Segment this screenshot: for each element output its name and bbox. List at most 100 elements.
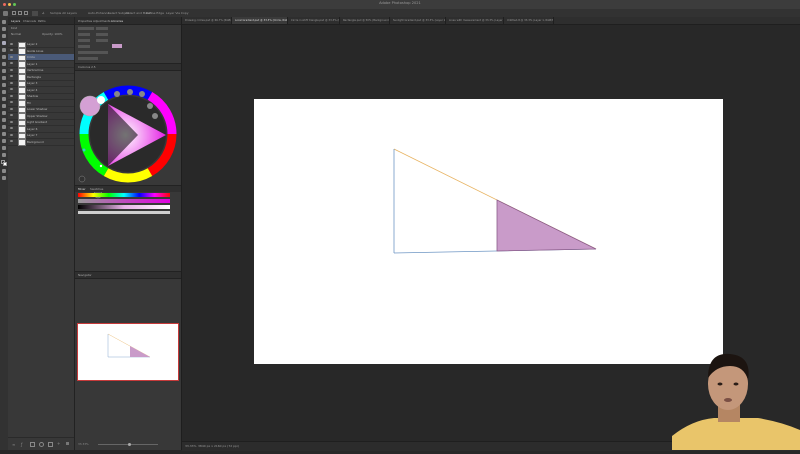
tab-layers[interactable]: Layers <box>11 19 20 23</box>
transform-field[interactable] <box>96 27 108 30</box>
navigator-zoom-value[interactable]: 33.33% <box>78 442 89 446</box>
gradient-tool-icon[interactable] <box>2 97 6 101</box>
navigator-zoom-handle[interactable] <box>128 442 131 446</box>
option-auto-enhance[interactable]: Auto-Enhance <box>88 11 109 15</box>
tab-swatches[interactable]: Swatches <box>90 187 103 191</box>
visibility-eye-icon[interactable] <box>10 114 13 116</box>
background-color-swatch[interactable] <box>3 162 7 166</box>
tab-libraries[interactable]: Libraries <box>111 19 123 23</box>
path-selection-tool-icon[interactable] <box>2 132 6 136</box>
swatch-strip[interactable] <box>78 211 170 214</box>
document-tab[interactable]: Drawing circles.psd @ 66.7% (RGB/8) <box>182 17 232 24</box>
visibility-eye-icon[interactable] <box>10 55 13 58</box>
transform-field[interactable] <box>96 33 108 36</box>
hand-tool-icon[interactable] <box>2 146 6 150</box>
fill-color-swatch[interactable] <box>112 44 122 48</box>
status-document-info[interactable]: 3840 px x 2160 px (72 ppi) <box>198 444 239 448</box>
transform-field[interactable] <box>96 39 108 42</box>
tab-mixer[interactable]: Mixer <box>78 187 86 191</box>
document-tab[interactable]: Rectangle.psd @ 50% (Background, RGB/8) <box>340 17 390 24</box>
history-brush-tool-icon[interactable] <box>2 83 6 87</box>
document-tab[interactable]: Untitled-8 @ 33.3% (Layer 1, RGB/8) <box>504 17 554 24</box>
brush-size-picker[interactable] <box>32 10 38 16</box>
document-tab[interactable]: Sunlight Gradient.psd @ 33.3% (Layer 1, … <box>390 17 446 24</box>
group-folder-icon[interactable] <box>48 442 53 447</box>
saturation-slider[interactable] <box>78 199 170 203</box>
layer-mask-icon[interactable] <box>30 442 35 447</box>
quick-mask-icon[interactable] <box>2 169 6 173</box>
link-layers-icon[interactable]: ∞ <box>12 442 15 447</box>
trash-icon[interactable] <box>66 442 69 445</box>
preset-icon[interactable] <box>114 91 120 97</box>
preset-icon[interactable] <box>127 89 133 95</box>
status-zoom[interactable]: 33.33% <box>185 444 196 448</box>
option-sample-all-layers[interactable]: Sample All Layers <box>50 11 77 15</box>
color-picker-handle[interactable] <box>99 164 103 168</box>
background-color-preview[interactable] <box>97 96 105 104</box>
preset-icon[interactable] <box>139 91 145 97</box>
quick-selection-tool-icon[interactable] <box>3 10 8 16</box>
visibility-eye-icon[interactable] <box>10 94 13 97</box>
foreground-color-preview[interactable] <box>79 95 101 117</box>
screen-mode-icon[interactable] <box>2 176 6 180</box>
transform-field[interactable] <box>78 27 94 30</box>
filter-kind-select[interactable]: Kind <box>11 26 17 30</box>
move-tool-icon[interactable] <box>2 20 6 24</box>
tab-channels[interactable]: Channels <box>23 19 36 23</box>
layer-row[interactable]: Background <box>8 139 74 146</box>
document-canvas[interactable] <box>254 99 723 364</box>
harmony-icon[interactable] <box>82 148 86 152</box>
stroke-field[interactable] <box>78 57 98 60</box>
opacity-field[interactable]: Opacity: 100% <box>42 32 62 36</box>
visibility-eye-icon[interactable] <box>10 120 13 123</box>
quick-selection-tool-icon[interactable] <box>2 41 6 45</box>
tab-adjustments[interactable]: Adjustments <box>93 19 111 23</box>
blur-tool-icon[interactable] <box>2 104 6 108</box>
new-selection-icon[interactable] <box>12 11 16 15</box>
document-tab[interactable]: Lines with measurement @ 33.3% (Layer 1,… <box>446 17 504 24</box>
visibility-eye-icon[interactable] <box>10 107 13 110</box>
visibility-eye-icon[interactable] <box>10 62 13 64</box>
add-to-selection-icon[interactable] <box>18 11 22 15</box>
brush-tool-icon[interactable] <box>2 69 6 73</box>
visibility-eye-icon[interactable] <box>10 81 13 84</box>
eraser-tool-icon[interactable] <box>2 90 6 94</box>
visibility-eye-icon[interactable] <box>10 101 13 103</box>
transform-field[interactable] <box>78 33 90 36</box>
type-tool-icon[interactable] <box>2 125 6 129</box>
zoom-tool-icon[interactable] <box>2 153 6 157</box>
brightness-slider[interactable] <box>78 205 170 209</box>
new-layer-icon[interactable]: + <box>57 441 60 446</box>
visibility-eye-icon[interactable] <box>10 127 13 129</box>
visibility-eye-icon[interactable] <box>10 42 13 45</box>
document-tab[interactable]: Local Gradient.psd @ 33.3% (Circle, RGB/… <box>232 17 288 24</box>
transform-field[interactable] <box>78 45 90 48</box>
swap-colors-icon[interactable] <box>78 175 86 183</box>
document-tab[interactable]: Circle in shift triangle.psd @ 33.3% (RG… <box>288 17 340 24</box>
marquee-tool-icon[interactable] <box>2 27 6 31</box>
visibility-eye-icon[interactable] <box>10 133 13 136</box>
angle-icon[interactable]: ∡ <box>42 11 45 15</box>
adjustment-layer-icon[interactable] <box>39 442 44 447</box>
dodge-tool-icon[interactable] <box>2 111 6 115</box>
subtract-selection-icon[interactable] <box>24 11 28 15</box>
eyedropper-tool-icon[interactable] <box>2 55 6 59</box>
visibility-eye-icon[interactable] <box>10 68 13 71</box>
visibility-eye-icon[interactable] <box>10 49 13 51</box>
pen-tool-icon[interactable] <box>2 118 6 122</box>
healing-brush-tool-icon[interactable] <box>2 62 6 66</box>
preset-icon[interactable] <box>152 113 158 119</box>
visibility-eye-icon[interactable] <box>10 75 13 77</box>
shape-tool-icon[interactable] <box>2 139 6 143</box>
navigator-preview[interactable] <box>77 323 179 381</box>
transform-field[interactable] <box>78 39 90 42</box>
visibility-eye-icon[interactable] <box>10 140 13 142</box>
tab-properties[interactable]: Properties <box>78 19 92 23</box>
option-layer-via-copy[interactable]: Layer Via Copy <box>166 11 189 15</box>
preset-icon[interactable] <box>147 103 153 109</box>
visibility-eye-icon[interactable] <box>10 88 13 90</box>
crop-tool-icon[interactable] <box>2 48 6 52</box>
hue-slider[interactable] <box>78 193 170 197</box>
shaded-triangle[interactable] <box>496 199 597 252</box>
clone-stamp-tool-icon[interactable] <box>2 76 6 80</box>
